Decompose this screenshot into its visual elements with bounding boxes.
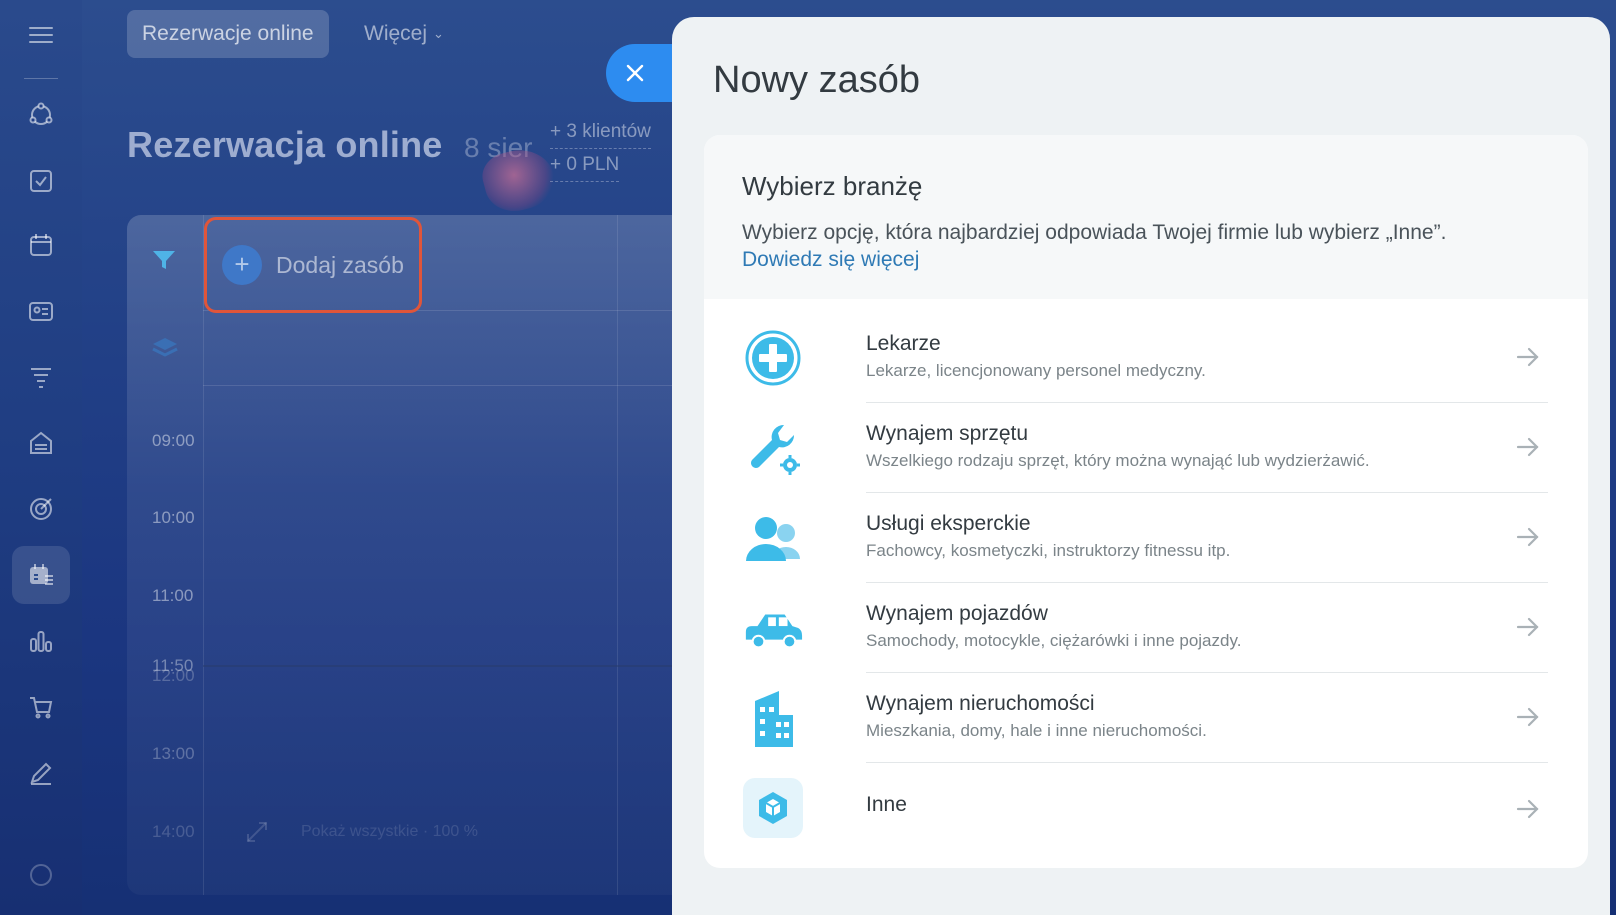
show-all-footer[interactable]: Pokaż wszystkie · 100 %: [301, 823, 478, 841]
layers-icon[interactable]: [151, 335, 179, 366]
grid-line: [617, 215, 618, 895]
option-description: Fachowcy, kosmetyczki, instruktorzy fitn…: [866, 541, 1231, 560]
grid-line: [203, 215, 204, 895]
industry-option-real-estate-rental[interactable]: Wynajem nieruchomości Mieszkania, domy, …: [742, 673, 1548, 763]
time-label: 10:00: [152, 508, 195, 527]
add-resource-label: Dodaj zasób: [276, 251, 404, 278]
option-description: Lekarze, licencjonowany personel medyczn…: [866, 361, 1206, 380]
arrow-right-icon: [1516, 347, 1539, 367]
option-description: Mieszkania, domy, hale i inne nieruchomo…: [866, 721, 1207, 740]
arrow-right-icon: [1516, 617, 1539, 637]
time-label: 14:00: [152, 822, 195, 841]
revenue-stat[interactable]: + 0 PLN: [550, 149, 620, 182]
time-label: 13:00: [152, 744, 195, 763]
card-description: Wybierz opcję, która najbardziej odpowia…: [742, 221, 1447, 244]
option-description: Samochody, motocykle, ciężarówki i inne …: [866, 631, 1242, 650]
option-title: Usługi eksperckie: [866, 512, 1031, 535]
store-icon[interactable]: [26, 428, 56, 458]
menu-icon[interactable]: [26, 20, 56, 50]
tab-online-booking[interactable]: Rezerwacje online: [127, 10, 329, 58]
more-label: Więcej: [364, 22, 428, 45]
left-sidebar: [0, 0, 82, 915]
arrow-right-icon: [1516, 437, 1539, 457]
car-icon: [742, 597, 804, 659]
clients-stat[interactable]: + 3 klientów: [550, 116, 651, 149]
filter-icon[interactable]: [151, 247, 177, 278]
crm-icon[interactable]: [26, 100, 56, 130]
card-header: Wybierz branżę Wybierz opcję, która najb…: [704, 135, 1588, 299]
new-resource-slider: Nowy zasób Wybierz branżę Wybierz opcję,…: [672, 17, 1610, 915]
tasks-icon[interactable]: [26, 166, 56, 196]
filter-funnel-icon[interactable]: [26, 362, 56, 392]
grid-line: [203, 385, 687, 386]
plus-icon: +: [222, 245, 262, 285]
medical-cross-icon: [742, 327, 804, 389]
time-label: 11:00: [152, 586, 194, 605]
contacts-icon[interactable]: [26, 296, 56, 326]
option-title: Lekarze: [866, 332, 941, 355]
edit-icon[interactable]: [26, 758, 56, 788]
cart-icon[interactable]: [26, 692, 56, 722]
calendar-icon[interactable]: [26, 230, 56, 260]
page-title: Rezerwacja online: [127, 124, 443, 165]
industry-option-expert-services[interactable]: Usługi eksperckie Fachowcy, kosmetyczki,…: [742, 493, 1548, 583]
expand-icon[interactable]: [245, 820, 269, 849]
option-title: Inne: [866, 793, 907, 816]
booking-calendar: 09:00 10:00 11:00 11:50 12:00 13:00 14:0…: [127, 215, 687, 895]
cube-icon: [742, 777, 804, 839]
industry-option-other[interactable]: Inne: [742, 763, 1548, 853]
option-title: Wynajem nieruchomości: [866, 692, 1095, 715]
option-description: Wszelkiego rodzaju sprzęt, który można w…: [866, 451, 1370, 470]
option-title: Wynajem sprzętu: [866, 422, 1029, 445]
help-icon[interactable]: [26, 860, 56, 890]
wrench-gear-icon: [742, 417, 804, 479]
sidebar-divider: [24, 78, 58, 79]
current-time-line: [203, 665, 687, 667]
analytics-icon[interactable]: [26, 626, 56, 656]
close-slider-button[interactable]: [606, 44, 680, 102]
target-icon[interactable]: [26, 494, 56, 524]
card-title: Wybierz branżę: [742, 171, 923, 201]
industry-option-doctors[interactable]: Lekarze Lekarze, licencjonowany personel…: [742, 313, 1548, 403]
booking-stats: + 3 klientów + 0 PLN: [550, 116, 651, 182]
booking-icon[interactable]: [12, 546, 70, 604]
industry-option-vehicle-rental[interactable]: Wynajem pojazdów Samochody, motocykle, c…: [742, 583, 1548, 673]
slider-title: Nowy zasób: [713, 59, 920, 101]
building-icon: [742, 687, 804, 749]
time-label: 12:00: [152, 666, 195, 685]
time-label: 09:00: [152, 431, 195, 450]
arrow-right-icon: [1516, 799, 1539, 819]
chevron-down-icon: ⌄: [433, 26, 444, 41]
arrow-right-icon: [1516, 527, 1539, 547]
industry-option-equipment-rental[interactable]: Wynajem sprzętu Wszelkiego rodzaju sprzę…: [742, 403, 1548, 493]
industry-card: Wybierz branżę Wybierz opcję, która najb…: [704, 135, 1588, 868]
arrow-right-icon: [1516, 707, 1539, 727]
add-resource-button[interactable]: + Dodaj zasób: [204, 217, 422, 313]
close-icon: [626, 64, 644, 82]
people-icon: [742, 507, 804, 569]
option-title: Wynajem pojazdów: [866, 602, 1048, 625]
learn-more-link[interactable]: Dowiedz się więcej: [742, 248, 919, 271]
more-menu-button[interactable]: Więcej ⌄: [364, 10, 444, 58]
